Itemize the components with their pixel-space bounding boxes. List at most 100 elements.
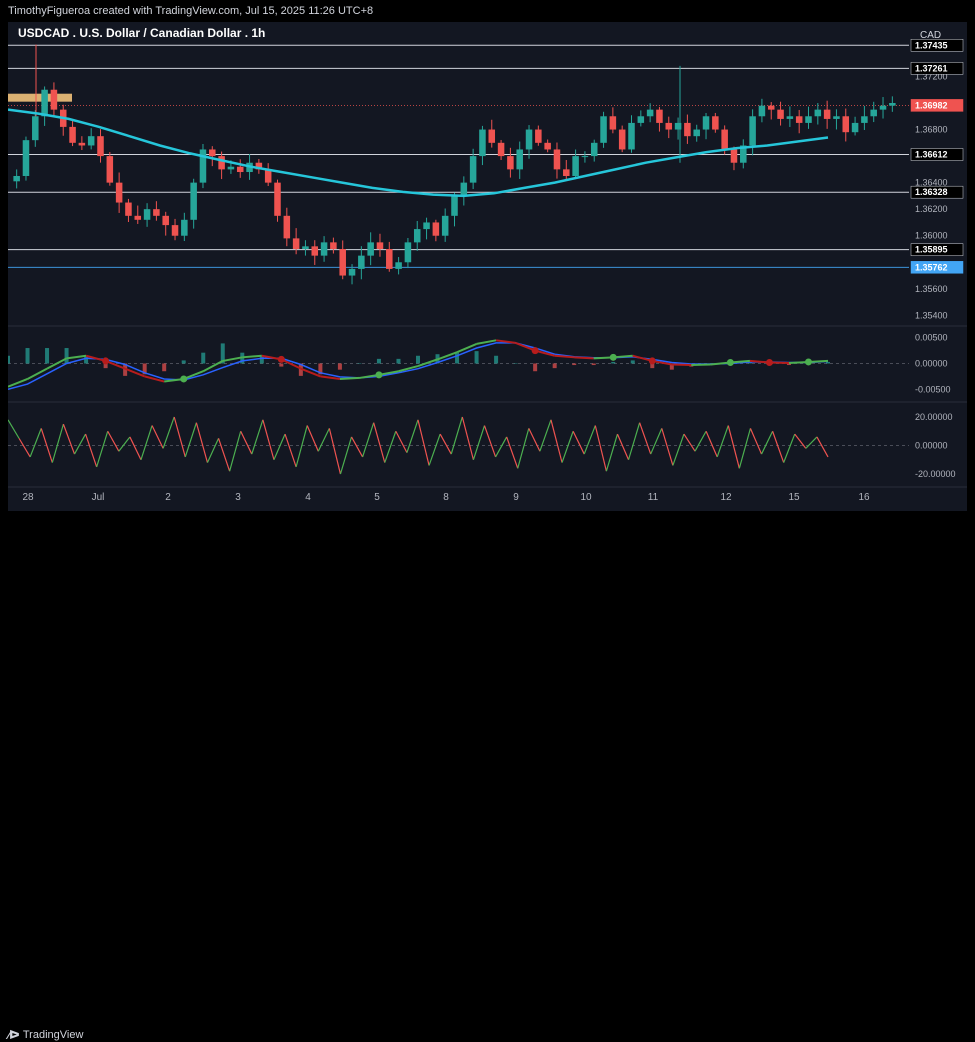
macd-line-segment xyxy=(671,363,692,367)
oscillator-segment xyxy=(73,433,87,455)
candle-body xyxy=(227,166,235,170)
price-pane xyxy=(7,44,909,285)
oscillator-segment xyxy=(262,419,275,460)
candle-body xyxy=(218,156,225,170)
level-price-label: 1.37435 xyxy=(915,40,948,50)
oscillator-segment xyxy=(627,422,641,460)
oscillator-pane xyxy=(7,416,909,475)
oscillator-segment xyxy=(805,436,818,449)
candle-body xyxy=(441,215,449,236)
oscillator-segment xyxy=(417,419,430,466)
oscillator-segment xyxy=(605,433,619,472)
oscillator-segment xyxy=(29,428,42,458)
oscillator-segment xyxy=(62,423,76,455)
candle-body xyxy=(236,166,244,173)
macd-histogram-bar xyxy=(45,348,50,364)
oscillator-segment xyxy=(483,425,497,458)
macd-pane xyxy=(6,339,909,391)
footer-bar: ⁄ᐅ TradingView xyxy=(0,511,975,1042)
oscillator-segment xyxy=(428,433,441,466)
time-tick-label: 16 xyxy=(858,492,870,503)
candle-body xyxy=(600,116,607,143)
axis-layer: 1.372001.368001.364001.362001.360001.356… xyxy=(22,39,964,503)
oscillator-segment xyxy=(339,436,353,475)
macd-histogram-bar xyxy=(6,355,10,364)
candle-body xyxy=(69,126,76,143)
price-tick-label: 1.36800 xyxy=(915,125,948,135)
oscillator-segment xyxy=(528,428,541,452)
macd-histogram-bar xyxy=(337,363,342,370)
time-tick-label: 28 xyxy=(22,492,34,503)
oscillator-segment xyxy=(217,438,231,472)
candle-body xyxy=(861,116,868,123)
oscillator-segment xyxy=(639,422,652,455)
macd-line-segment xyxy=(574,356,594,360)
oscillator-segment xyxy=(461,416,474,460)
time-tick-label: 15 xyxy=(788,492,800,503)
candle-body xyxy=(367,242,374,256)
candle-body xyxy=(50,89,58,110)
candle-body xyxy=(823,109,831,119)
time-tick-label: Jul xyxy=(92,492,105,503)
macd-histogram-bar xyxy=(552,363,557,369)
macd-line-segment xyxy=(27,367,48,380)
candle-body xyxy=(78,142,86,146)
oscillator-segment xyxy=(650,428,663,455)
oscillator-segment xyxy=(439,433,452,455)
candle-body xyxy=(386,249,393,269)
oscillator-segment xyxy=(317,428,330,452)
oscillator-segment xyxy=(51,423,64,463)
oscillator-segment xyxy=(118,436,131,452)
candle-body xyxy=(814,109,822,117)
macd-line-segment xyxy=(456,342,477,354)
oscillator-segment xyxy=(406,419,419,453)
candle-body xyxy=(181,219,188,236)
macd-histogram-bar xyxy=(396,358,401,364)
oscillator-segment xyxy=(760,430,774,455)
candle-body xyxy=(339,249,346,276)
chart-area[interactable]: 1.37200 1.36800 1.36400 1.36200 1.36000 1.356… xyxy=(6,22,967,511)
time-tick-label: 8 xyxy=(443,492,449,503)
level-price-label: 1.36328 xyxy=(915,187,948,197)
oscillator-segment xyxy=(661,428,674,466)
candle-body xyxy=(292,238,300,249)
chart-title: USDCAD . U.S. Dollar / Canadian Dollar .… xyxy=(18,26,265,40)
macd-cross-dot xyxy=(726,358,734,366)
time-tick-label: 4 xyxy=(305,492,311,503)
candle-body xyxy=(451,195,458,216)
macd-line-segment xyxy=(339,376,360,380)
oscillator-segment xyxy=(240,430,253,455)
oscillator-segment xyxy=(107,430,120,452)
candle-body xyxy=(777,109,784,119)
tradingview-logo-icon: ⁄ᐅ xyxy=(8,1028,20,1042)
macd-histogram-bar xyxy=(455,352,460,364)
macd-histogram-bar xyxy=(533,363,538,372)
macd-cross-dot xyxy=(804,358,812,366)
oscillator-segment xyxy=(362,422,375,458)
oscillator-segment xyxy=(184,422,197,458)
oscillator-segment xyxy=(561,431,574,463)
candle-body xyxy=(851,122,859,133)
candle-body xyxy=(432,222,440,236)
oscillator-segment xyxy=(506,436,519,469)
tradingview-logo[interactable]: ⁄ᐅ TradingView xyxy=(8,1028,83,1042)
oscillator-segment xyxy=(350,436,364,458)
candle-body xyxy=(758,105,766,117)
candle-body xyxy=(879,105,887,110)
oscillator-segment xyxy=(373,422,386,463)
candle-body xyxy=(125,202,132,216)
macd-tick-label: -0.00500 xyxy=(915,384,951,394)
time-tick-label: 5 xyxy=(374,492,380,503)
oscillator-segment xyxy=(517,428,530,469)
chart-svg[interactable]: 1.372001.368001.364001.362001.360001.356… xyxy=(6,22,967,511)
oscillator-segment xyxy=(395,430,408,453)
oscillator-segment xyxy=(129,436,142,461)
candle-body xyxy=(805,116,812,123)
macd-cross-dot xyxy=(102,357,110,365)
oscillator-segment xyxy=(716,425,729,458)
oscillator-segment xyxy=(772,431,785,463)
candle-body xyxy=(376,242,384,249)
oscillator-segment xyxy=(539,419,552,452)
candle-body xyxy=(190,182,197,220)
time-tick-label: 2 xyxy=(165,492,171,503)
